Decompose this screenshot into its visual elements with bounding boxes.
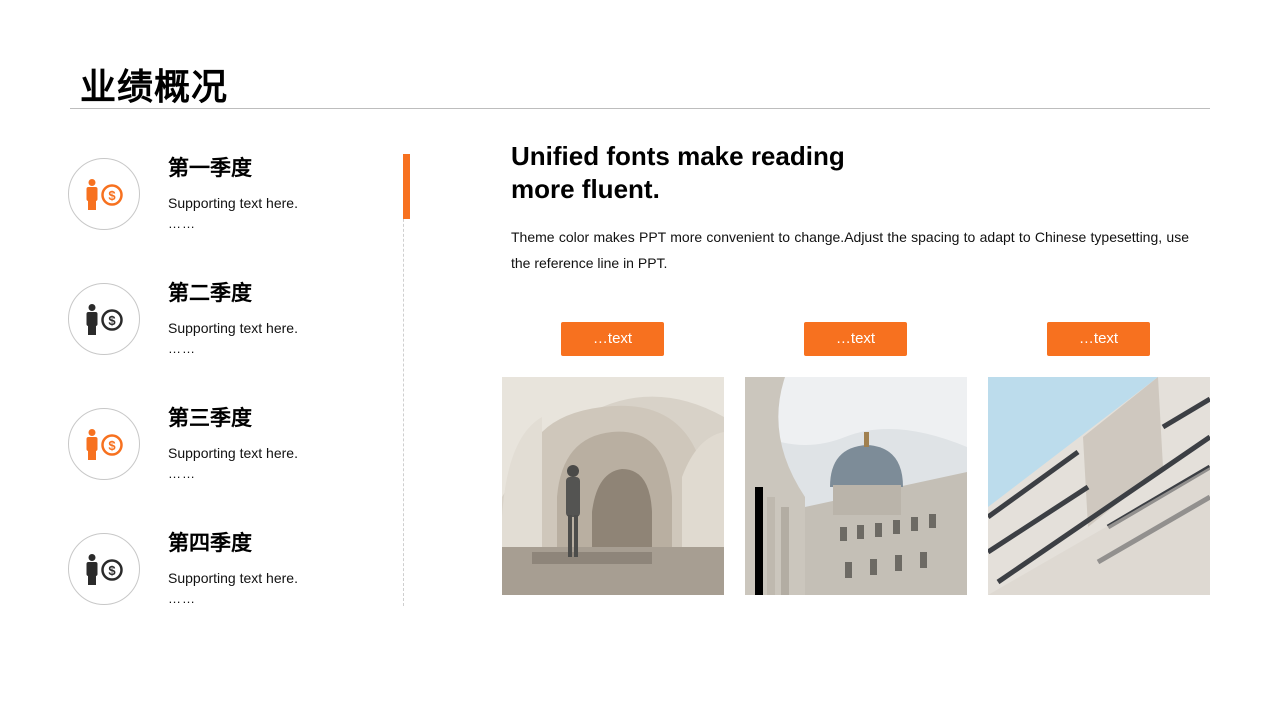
stone-arches-photo — [502, 377, 724, 595]
text-tag-3[interactable]: …text — [1047, 322, 1150, 356]
quarter-item-2: $ 第二季度 Supporting text here. …… — [68, 281, 398, 393]
quarter-text: Supporting text here. — [168, 195, 298, 211]
text-tag-2[interactable]: …text — [804, 322, 907, 356]
quarter-title: 第二季度 — [168, 281, 252, 305]
modern-facade-photo — [988, 377, 1210, 595]
svg-text:$: $ — [108, 563, 116, 578]
quarter-item-4: $ 第四季度 Supporting text here. …… — [68, 531, 398, 643]
svg-text:$: $ — [108, 313, 116, 328]
quarter-text: Supporting text here. — [168, 320, 298, 336]
quarter-more: …… — [168, 591, 196, 606]
svg-text:$: $ — [108, 188, 116, 203]
quarter-more: …… — [168, 216, 196, 231]
quarter-text: Supporting text here. — [168, 445, 298, 461]
quarter-title: 第一季度 — [168, 156, 252, 180]
person-dollar-icon: $ — [86, 304, 123, 335]
content-body: Theme color makes PPT more convenient to… — [511, 229, 1189, 271]
quarter-title: 第三季度 — [168, 406, 252, 430]
title-divider — [70, 108, 1210, 109]
content-heading: Unified fonts make reading more fluent. — [511, 141, 845, 204]
person-dollar-icon: $ — [86, 554, 123, 585]
vertical-divider — [403, 154, 404, 606]
quarter-more: …… — [168, 341, 196, 356]
svg-text:$: $ — [108, 438, 116, 453]
page-title: 业绩概况 — [80, 67, 229, 108]
quarter-more: …… — [168, 466, 196, 481]
quarter-item-1: $ 第一季度 Supporting text here. …… — [68, 156, 398, 268]
quarter-icon-circle: $ — [68, 533, 140, 605]
quarter-icon-circle: $ — [68, 158, 140, 230]
text-tag-1[interactable]: …text — [561, 322, 664, 356]
domed-building-photo — [745, 377, 967, 595]
person-dollar-icon: $ — [86, 179, 123, 210]
person-dollar-icon: $ — [86, 429, 123, 460]
quarter-title: 第四季度 — [168, 531, 252, 555]
quarter-icon-circle: $ — [68, 408, 140, 480]
quarter-icon-circle: $ — [68, 283, 140, 355]
quarter-text: Supporting text here. — [168, 570, 298, 586]
divider-accent-bar — [403, 154, 410, 219]
quarter-item-3: $ 第三季度 Supporting text here. …… — [68, 406, 398, 518]
